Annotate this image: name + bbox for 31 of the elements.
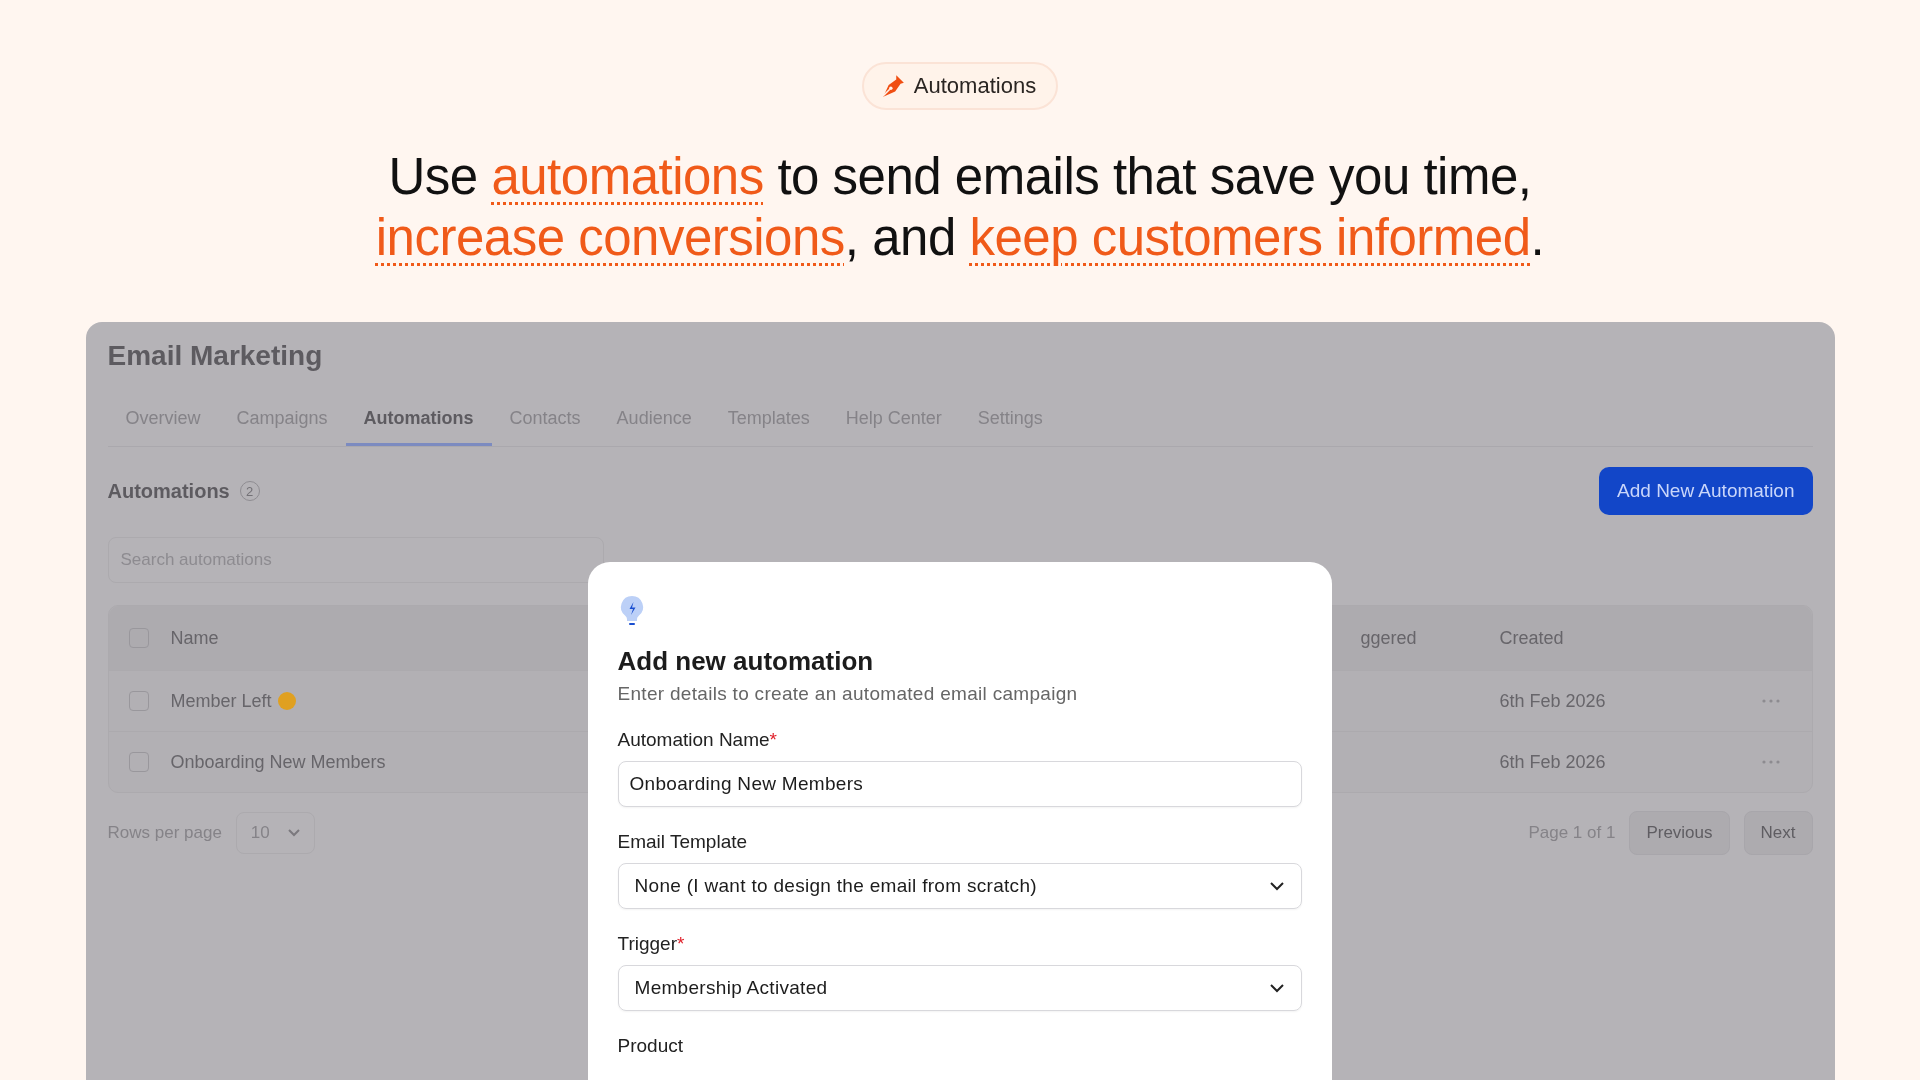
- section-title: Automations: [107, 479, 230, 503]
- field-label: Automation Name*: [617, 729, 777, 751]
- checkbox[interactable]: [128, 752, 149, 772]
- headline: Use automations to send emails that save you time, increase conversions, and keep customers informed.: [375, 147, 1545, 268]
- table-cell-text: 6th Feb 2026: [1499, 690, 1607, 712]
- chevron-down-icon: [1268, 983, 1285, 993]
- add-automation-button[interactable]: Add New Automation: [1599, 467, 1813, 515]
- column-header: ggered: [1360, 627, 1418, 649]
- select-field[interactable]: None (I want to design the email from scratch): [617, 863, 1302, 909]
- chevron-down-icon: [1268, 881, 1285, 891]
- previous-button[interactable]: Previous: [1629, 811, 1730, 855]
- table-cell-text: 6th Feb 2026: [1499, 751, 1607, 773]
- field-label: Email Template: [617, 831, 748, 853]
- field-label: Product: [617, 1035, 683, 1057]
- checkbox[interactable]: [128, 691, 149, 711]
- more-icon[interactable]: [1761, 760, 1780, 764]
- column-header: Name: [170, 627, 220, 649]
- table-cell: Member Left: [170, 690, 272, 712]
- dialog-subtitle: Enter details to create an automated email campaign: [617, 683, 1078, 705]
- automation-name-field[interactable]: Onboarding New Members: [617, 761, 1302, 807]
- chevron-down-icon: [287, 829, 300, 837]
- tab[interactable]: Automations: [345, 398, 492, 446]
- column-header: Created: [1499, 627, 1565, 649]
- app-title: Email Marketing: [107, 340, 324, 372]
- dialog-title: Add new automation: [617, 646, 874, 677]
- more-icon[interactable]: [1761, 699, 1780, 703]
- badge-label: Automations: [913, 73, 1037, 99]
- next-button[interactable]: Next: [1743, 811, 1813, 855]
- select-field[interactable]: Membership Activated: [617, 965, 1302, 1011]
- table-cell: Onboarding New Members: [170, 751, 386, 773]
- field-label: Trigger*: [617, 933, 685, 955]
